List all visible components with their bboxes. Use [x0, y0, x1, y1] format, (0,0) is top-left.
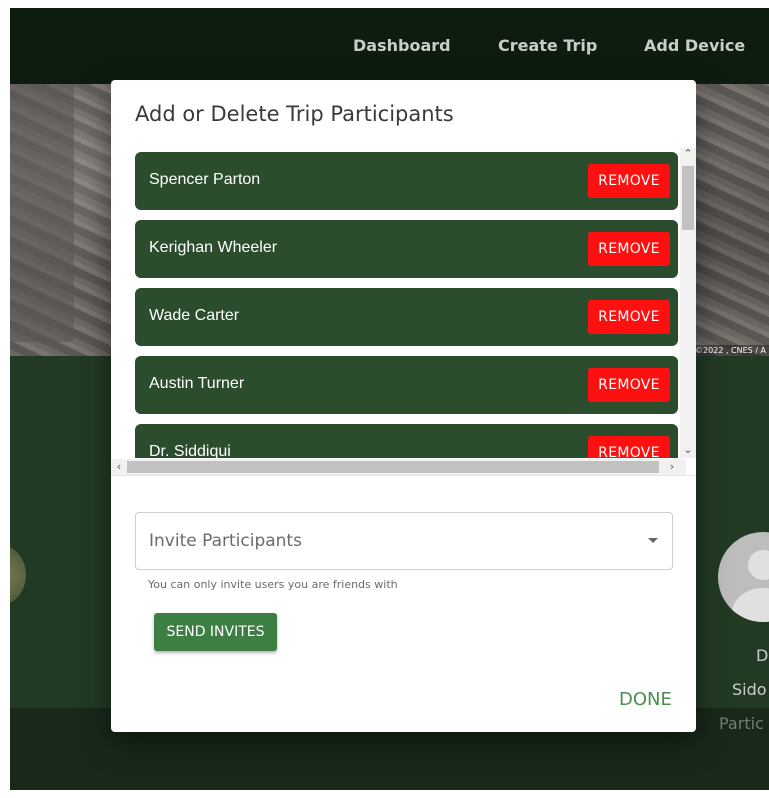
participant-row: Dr. Siddiqui REMOVE	[135, 424, 678, 458]
remove-button[interactable]: REMOVE	[588, 232, 670, 266]
invite-helper-text: You can only invite users you are friend…	[148, 578, 398, 591]
scroll-right-icon[interactable]: ›	[664, 461, 680, 473]
participants-list[interactable]: Spencer Parton REMOVE Kerighan Wheeler R…	[135, 148, 680, 458]
scroll-left-icon[interactable]: ‹	[111, 461, 127, 473]
participant-row: Wade Carter REMOVE	[135, 288, 678, 346]
nav-create-trip[interactable]: Create Trip	[498, 36, 597, 55]
participant-role-partial: Partic	[719, 714, 764, 733]
participant-surname-partial: Sido	[732, 680, 767, 699]
horizontal-scrollbar[interactable]: ‹ ›	[111, 459, 686, 475]
participants-dialog: Add or Delete Trip Participants Spencer …	[111, 80, 696, 732]
participant-name-partial: D	[756, 646, 769, 665]
map-overlay-panel	[10, 84, 74, 342]
nav-dashboard[interactable]: Dashboard	[353, 36, 451, 55]
participant-name: Kerighan Wheeler	[149, 239, 278, 256]
caret-down-icon	[648, 538, 658, 543]
participant-name: Dr. Siddiqui	[149, 443, 231, 458]
scroll-down-icon[interactable]: ⌄	[680, 444, 696, 456]
remove-button[interactable]: REMOVE	[588, 300, 670, 334]
participant-row: Kerighan Wheeler REMOVE	[135, 220, 678, 278]
remove-button[interactable]: REMOVE	[588, 368, 670, 402]
top-navbar: Dashboard Create Trip Add Device	[10, 8, 769, 84]
nav-add-device[interactable]: Add Device	[644, 36, 745, 55]
vertical-scroll-thumb[interactable]	[682, 166, 694, 230]
participant-name: Austin Turner	[149, 375, 245, 392]
invite-participants-select[interactable]: Invite Participants	[135, 512, 673, 570]
scroll-up-icon[interactable]: ⌃	[680, 148, 696, 160]
done-button[interactable]: DONE	[619, 689, 672, 710]
send-invites-button[interactable]: SEND INVITES	[154, 613, 277, 651]
remove-button[interactable]: REMOVE	[588, 436, 670, 458]
participant-name: Spencer Parton	[149, 171, 261, 188]
invite-placeholder: Invite Participants	[149, 531, 302, 551]
participant-name: Wade Carter	[149, 307, 240, 324]
horizontal-scroll-thumb[interactable]	[127, 461, 659, 473]
divider	[111, 475, 696, 476]
dialog-title: Add or Delete Trip Participants	[135, 102, 454, 126]
vertical-scrollbar[interactable]: ⌃ ⌄	[680, 148, 696, 458]
participant-row: Austin Turner REMOVE	[135, 356, 678, 414]
participant-row: Spencer Parton REMOVE	[135, 152, 678, 210]
remove-button[interactable]: REMOVE	[588, 164, 670, 198]
map-attribution: ©2022 , CNES / A	[692, 345, 769, 356]
